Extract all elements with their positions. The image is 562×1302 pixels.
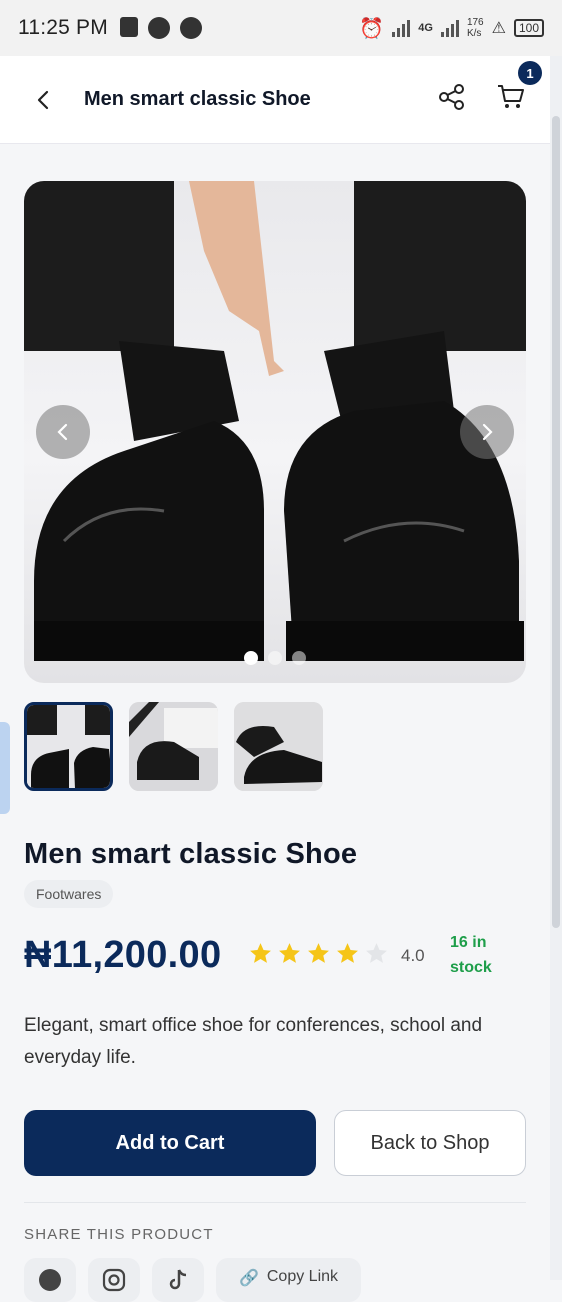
instagram-share-button[interactable]	[88, 1258, 140, 1302]
facebook-share-button[interactable]	[24, 1258, 76, 1302]
app-notification-icon	[179, 17, 202, 39]
net-speed: 176 K/s	[466, 17, 484, 39]
product-description: Elegant, smart office shoe for conferenc…	[24, 1015, 483, 1068]
tiktok-icon	[169, 1269, 187, 1290]
product-image	[24, 181, 526, 683]
scrollbar-thumb[interactable]	[552, 116, 560, 928]
cart-button[interactable]: 1	[496, 61, 542, 116]
thumbnail-strip	[24, 702, 323, 791]
star-empty-icon	[366, 943, 387, 963]
scrollbar[interactable]	[550, 56, 562, 1280]
carousel-indicator	[244, 651, 306, 665]
link-icon: 🔗	[238, 1270, 259, 1287]
product-price: ₦11,200.00	[24, 934, 222, 976]
copy-link-button[interactable]: 🔗 Copy Link	[216, 1258, 361, 1302]
stock-status: 16 in stock	[450, 934, 492, 976]
prev-image-button[interactable]	[36, 405, 90, 459]
star-icon	[337, 943, 358, 963]
thumbnail-image	[234, 702, 323, 791]
thumbnail-image	[27, 705, 110, 788]
thumbnail[interactable]	[129, 702, 218, 791]
chevron-left-icon	[57, 423, 68, 441]
status-time: 11:25 PM	[18, 16, 108, 39]
star-rating	[248, 941, 389, 966]
network-type: 4G	[418, 22, 433, 34]
rating-value: 4.0	[401, 946, 425, 965]
carousel-dot[interactable]	[244, 651, 258, 665]
cart-icon	[498, 85, 524, 108]
share-section-label: SHARE THIS PRODUCT	[24, 1226, 214, 1243]
thumbnail[interactable]	[234, 702, 323, 791]
thumbnail[interactable]	[24, 702, 113, 791]
share-button[interactable]	[438, 83, 466, 116]
shoes-photo	[24, 181, 526, 661]
share-icon	[439, 84, 464, 110]
tiktok-share-button[interactable]	[152, 1258, 204, 1302]
back-button[interactable]	[22, 78, 66, 122]
side-handle[interactable]	[0, 722, 10, 814]
signal-icon	[440, 19, 459, 37]
instagram-icon	[102, 1268, 126, 1292]
app-notification-icon	[119, 17, 138, 37]
star-icon	[279, 943, 300, 963]
product-name: Men smart classic Shoe	[24, 838, 358, 870]
battery-icon: 100	[513, 19, 544, 37]
facebook-icon	[39, 1269, 61, 1291]
carousel-dot[interactable]	[268, 651, 282, 665]
next-image-button[interactable]	[460, 405, 514, 459]
chevron-left-icon	[37, 90, 49, 109]
star-icon	[308, 943, 329, 963]
app-notification-icon	[147, 17, 170, 39]
chevron-right-icon	[482, 423, 493, 441]
copy-link-label: Copy Link	[266, 1268, 339, 1285]
thumbnail-image	[129, 702, 218, 791]
category-chip[interactable]: Footwares	[24, 880, 114, 908]
page-title: Men smart classic Shoe	[84, 88, 311, 110]
warning-icon: ⚠	[491, 20, 506, 37]
divider	[24, 1202, 526, 1203]
back-to-shop-button[interactable]: Back to Shop	[334, 1110, 526, 1176]
alarm-icon: ⏰	[359, 17, 385, 40]
app-bar: Men smart classic Shoe 1	[0, 56, 550, 144]
add-to-cart-button[interactable]: Add to Cart	[24, 1110, 316, 1176]
carousel-dot[interactable]	[292, 651, 306, 665]
signal-icon	[392, 19, 411, 37]
star-icon	[250, 943, 271, 963]
cart-count-badge: 1	[518, 61, 542, 85]
status-bar: 11:25 PM ⏰ 4G 176 K/s ⚠ 100	[0, 0, 562, 56]
